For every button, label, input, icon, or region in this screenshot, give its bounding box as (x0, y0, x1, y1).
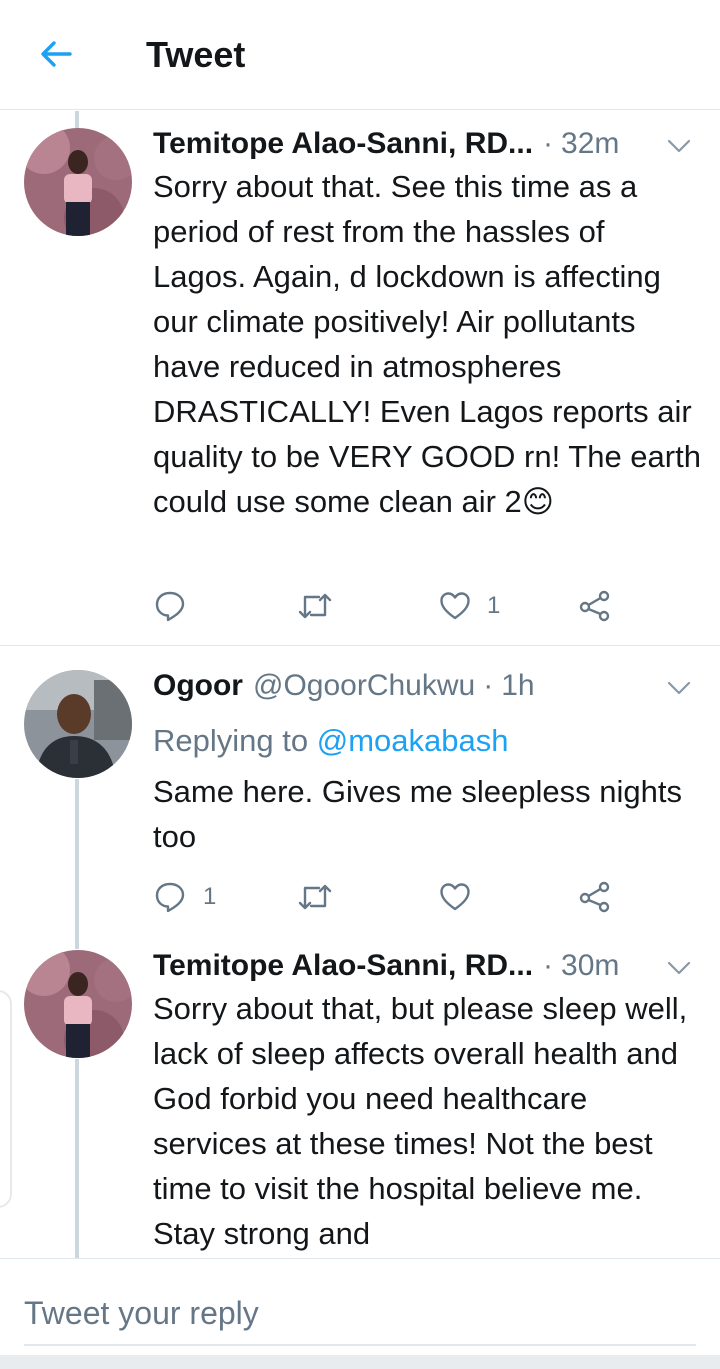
reply-input[interactable] (24, 1274, 696, 1346)
arrow-left-icon (38, 36, 74, 77)
author-name[interactable]: Temitope Alao-Sanni, RD... (153, 949, 533, 983)
mention-link[interactable]: @moakabash (317, 723, 509, 758)
avatar[interactable] (24, 670, 132, 778)
reply-icon (153, 589, 187, 623)
tweet-header: Ogoor @OgoorChukwu · 1h (153, 664, 692, 708)
avatar[interactable] (24, 128, 132, 236)
like-count: 1 (487, 592, 501, 619)
conversation-feed[interactable]: Temitope Alao-Sanni, RD... · 32m Sorry a… (0, 111, 720, 1258)
reply-button[interactable] (153, 584, 203, 628)
back-button[interactable] (30, 30, 82, 82)
avatar[interactable] (24, 950, 132, 1058)
tweet[interactable]: Ogoor @OgoorChukwu · 1h Replying to @moa… (0, 646, 720, 946)
chevron-down-icon[interactable] (666, 133, 692, 159)
heart-icon (439, 882, 471, 912)
edge-panel-handle[interactable] (0, 990, 12, 1208)
tweet-timestamp[interactable]: 1h (501, 669, 534, 703)
share-button[interactable] (579, 584, 611, 628)
bottom-edge-strip (0, 1355, 720, 1369)
separator-dot: · (543, 127, 554, 160)
tweet-header: Temitope Alao-Sanni, RD... · 32m (153, 122, 692, 166)
like-button[interactable]: 1 (439, 584, 500, 628)
tweet-text: Same here. Gives me sleepless nights too (153, 774, 682, 854)
reply-icon (153, 880, 187, 914)
author-handle[interactable]: @OgoorChukwu (253, 669, 475, 703)
tweet-header: Temitope Alao-Sanni, RD... · 30m (153, 944, 692, 988)
chevron-down-icon[interactable] (666, 675, 692, 701)
retweet-button[interactable] (297, 875, 349, 919)
chevron-down-icon[interactable] (666, 955, 692, 981)
tweet-text: Sorry about that. See this time as a per… (153, 169, 701, 519)
retweet-icon (297, 589, 333, 623)
tweet-timestamp[interactable]: 32m (561, 127, 619, 161)
retweet-button[interactable] (297, 584, 349, 628)
separator-dot: · (543, 949, 554, 982)
heart-icon (439, 591, 471, 621)
reply-count: 1 (203, 883, 217, 910)
top-app-bar: Tweet (0, 0, 720, 110)
separator-dot: · (483, 669, 494, 702)
like-button[interactable] (439, 875, 487, 919)
reply-button[interactable]: 1 (153, 875, 216, 919)
share-button[interactable] (579, 875, 611, 919)
tweet-actions: 1 (153, 875, 623, 919)
retweet-icon (297, 880, 333, 914)
share-icon (579, 590, 611, 622)
tweet[interactable]: Temitope Alao-Sanni, RD... · 32m Sorry a… (0, 111, 720, 645)
tweet-text: Sorry about that, but please sleep well,… (153, 991, 688, 1251)
page-title: Tweet (146, 34, 246, 75)
author-name[interactable]: Ogoor (153, 669, 243, 703)
replying-to-line: Replying to @moakabash (153, 723, 508, 759)
author-name[interactable]: Temitope Alao-Sanni, RD... (153, 127, 533, 161)
replying-to-label: Replying to (153, 723, 309, 758)
tweet[interactable]: Temitope Alao-Sanni, RD... · 30m Sorry a… (0, 946, 720, 1258)
share-icon (579, 881, 611, 913)
tweet-timestamp[interactable]: 30m (561, 949, 619, 983)
tweet-actions: 1 (153, 584, 623, 628)
